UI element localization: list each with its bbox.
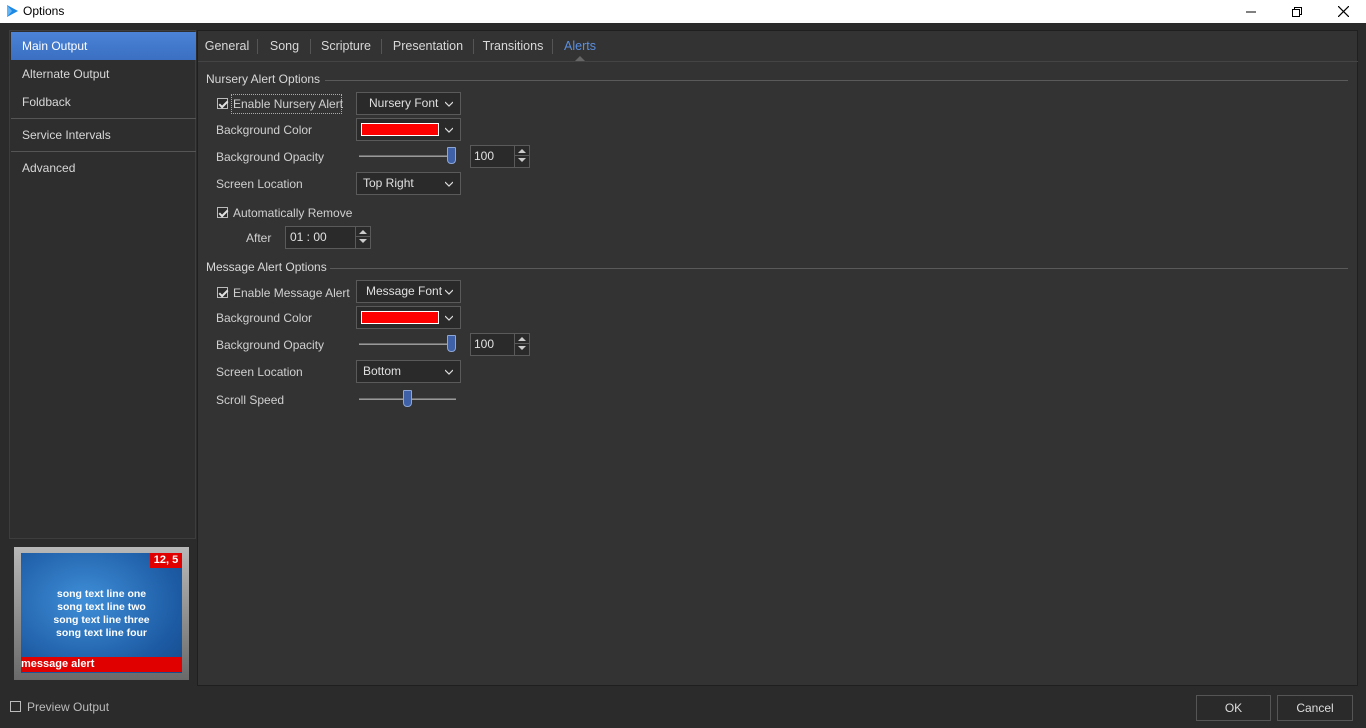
message-font-button[interactable]: Message Font bbox=[356, 280, 461, 303]
tab-divider bbox=[552, 39, 553, 54]
tab-scripture[interactable]: Scripture bbox=[316, 31, 376, 61]
message-opacity-label: Background Opacity bbox=[216, 338, 325, 352]
scroll-speed-label: Scroll Speed bbox=[216, 393, 285, 407]
nursery-opacity-slider-thumb[interactable] bbox=[447, 147, 456, 164]
nursery-location-value: Top Right bbox=[363, 176, 414, 190]
message-location-label: Screen Location bbox=[216, 365, 303, 379]
tab-bar: General Song Scripture Presentation Tran… bbox=[198, 31, 1357, 61]
tab-underline bbox=[198, 61, 1358, 62]
spin-buttons bbox=[355, 227, 370, 248]
message-opacity-spinbox[interactable]: 100 bbox=[470, 333, 530, 356]
close-icon bbox=[1337, 6, 1349, 17]
tab-divider bbox=[473, 39, 474, 54]
auto-remove-checkbox[interactable] bbox=[217, 207, 228, 218]
nursery-bg-color-label: Background Color bbox=[216, 123, 313, 137]
spin-down-button[interactable] bbox=[515, 344, 529, 354]
spin-up-button[interactable] bbox=[515, 334, 529, 344]
nursery-opacity-spinbox[interactable]: 100 bbox=[470, 145, 530, 168]
message-opacity-slider-thumb[interactable] bbox=[447, 335, 456, 352]
preview-line: song text line one bbox=[56, 588, 147, 600]
app-logo-icon bbox=[7, 5, 18, 17]
preview-output-checkbox[interactable] bbox=[10, 701, 21, 712]
nursery-color-swatch bbox=[361, 123, 439, 136]
tab-transitions[interactable]: Transitions bbox=[480, 31, 546, 61]
preview-line: song text line two bbox=[57, 601, 146, 613]
spin-up-button[interactable] bbox=[356, 227, 370, 237]
preview-line: song text line three bbox=[53, 614, 150, 626]
options-sidebar: Main Output Alternate Output Foldback Se… bbox=[9, 30, 196, 539]
group-divider bbox=[325, 80, 1348, 81]
sidebar-item-foldback[interactable]: Foldback bbox=[11, 88, 196, 116]
sidebar-item-service-intervals[interactable]: Service Intervals bbox=[11, 121, 196, 149]
sidebar-divider bbox=[11, 151, 196, 152]
message-bg-color-label: Background Color bbox=[216, 311, 313, 325]
spin-buttons bbox=[514, 146, 529, 167]
sidebar-item-alternate-output[interactable]: Alternate Output bbox=[11, 60, 196, 88]
title-bar: Options bbox=[0, 0, 1366, 23]
chevron-down-icon bbox=[445, 369, 453, 375]
preview-screen: 12, 5 song text line one song text line … bbox=[21, 553, 182, 673]
preview-output-label[interactable]: Preview Output bbox=[27, 700, 109, 714]
tab-presentation[interactable]: Presentation bbox=[388, 31, 468, 61]
nursery-location-label: Screen Location bbox=[216, 177, 303, 191]
sidebar-item-advanced[interactable]: Advanced bbox=[11, 154, 196, 182]
scroll-speed-slider-thumb[interactable] bbox=[403, 390, 412, 407]
restore-icon bbox=[1292, 6, 1302, 17]
spin-down-button[interactable] bbox=[356, 237, 370, 247]
close-button[interactable] bbox=[1320, 0, 1366, 23]
after-time-value: 01 : 00 bbox=[290, 230, 327, 244]
after-time-spinbox[interactable]: 01 : 00 bbox=[285, 226, 371, 249]
nursery-location-select[interactable]: Top Right bbox=[356, 172, 461, 195]
message-location-select[interactable]: Bottom bbox=[356, 360, 461, 383]
message-opacity-slider-track[interactable] bbox=[359, 343, 456, 345]
tab-divider bbox=[257, 39, 258, 54]
tab-general[interactable]: General bbox=[202, 31, 252, 61]
preview-message-alert: message alert bbox=[21, 657, 182, 672]
nursery-opacity-label: Background Opacity bbox=[216, 150, 325, 164]
sidebar-item-main-output[interactable]: Main Output bbox=[11, 32, 196, 60]
nursery-opacity-slider-track[interactable] bbox=[359, 155, 456, 157]
minimize-icon bbox=[1246, 11, 1256, 12]
message-color-swatch bbox=[361, 311, 439, 324]
message-group-title: Message Alert Options bbox=[206, 260, 327, 274]
tab-divider bbox=[310, 39, 311, 54]
chevron-down-icon bbox=[445, 101, 453, 107]
restore-button[interactable] bbox=[1274, 0, 1320, 23]
chevron-down-icon bbox=[445, 181, 453, 187]
enable-nursery-checkbox[interactable] bbox=[217, 98, 228, 109]
message-font-label: Message Font bbox=[366, 284, 443, 298]
message-color-picker[interactable] bbox=[356, 306, 461, 329]
chevron-down-icon bbox=[445, 289, 453, 295]
spin-down-button[interactable] bbox=[515, 156, 529, 166]
enable-message-checkbox[interactable] bbox=[217, 287, 228, 298]
output-preview: 12, 5 song text line one song text line … bbox=[14, 547, 189, 680]
nursery-opacity-value: 100 bbox=[474, 149, 495, 163]
after-label: After bbox=[246, 231, 272, 245]
spin-buttons bbox=[514, 334, 529, 355]
tab-divider bbox=[381, 39, 382, 54]
cancel-button[interactable]: Cancel bbox=[1277, 695, 1353, 721]
preview-badge: 12, 5 bbox=[150, 553, 182, 568]
preview-song-text: song text line one song text line two so… bbox=[21, 588, 182, 640]
nursery-font-button[interactable]: Nursery Font bbox=[356, 92, 461, 115]
ok-button[interactable]: OK bbox=[1196, 695, 1271, 721]
chevron-down-icon bbox=[445, 315, 453, 321]
auto-remove-label[interactable]: Automatically Remove bbox=[233, 206, 352, 220]
preview-line: song text line four bbox=[55, 627, 147, 639]
tab-song[interactable]: Song bbox=[262, 31, 307, 61]
nursery-group-title: Nursery Alert Options bbox=[206, 72, 321, 86]
window-title: Options bbox=[23, 4, 65, 18]
enable-message-label[interactable]: Enable Message Alert bbox=[233, 286, 350, 300]
spin-up-button[interactable] bbox=[515, 146, 529, 156]
message-opacity-value: 100 bbox=[474, 337, 495, 351]
message-location-value: Bottom bbox=[363, 364, 402, 378]
nursery-font-label: Nursery Font bbox=[369, 96, 439, 110]
enable-nursery-label[interactable]: Enable Nursery Alert bbox=[233, 97, 343, 111]
nursery-color-picker[interactable] bbox=[356, 118, 461, 141]
group-divider bbox=[330, 268, 1348, 269]
sidebar-divider bbox=[11, 118, 196, 119]
minimize-button[interactable] bbox=[1228, 0, 1274, 23]
chevron-down-icon bbox=[445, 127, 453, 133]
alerts-panel: General Song Scripture Presentation Tran… bbox=[197, 30, 1358, 686]
